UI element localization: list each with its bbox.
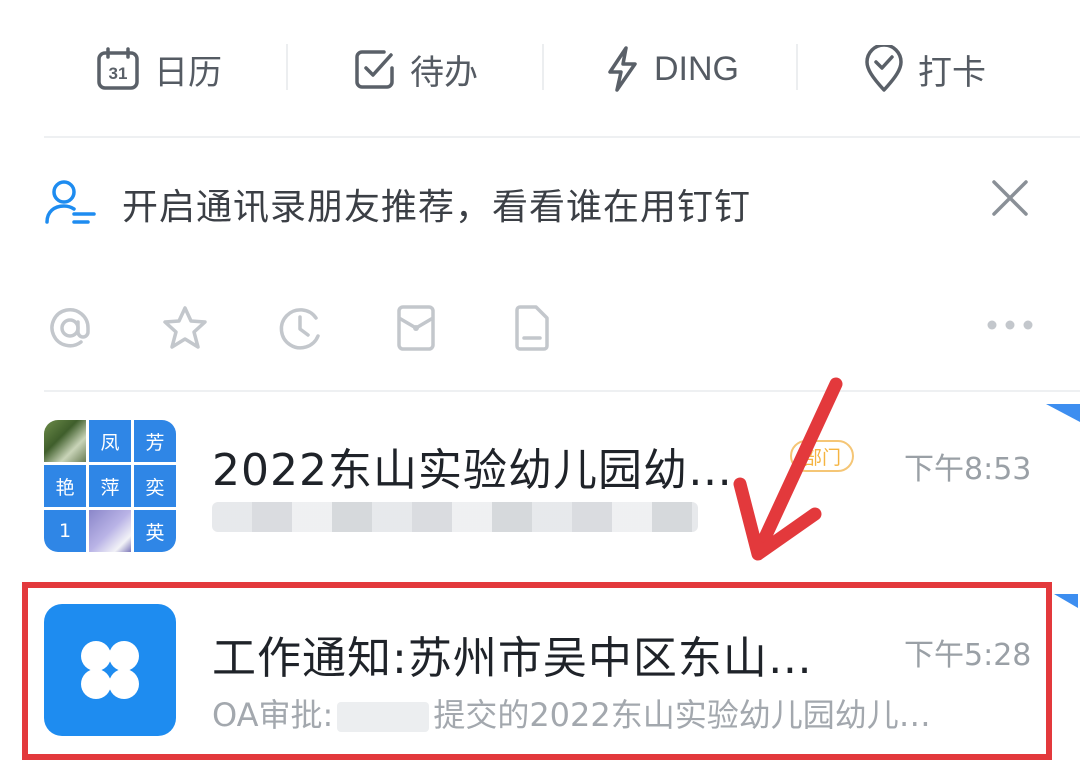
avatar-cell: 凤 — [89, 420, 131, 462]
red-arrow-icon — [720, 374, 860, 578]
blurred-preview — [212, 502, 698, 532]
star-icon[interactable] — [160, 304, 210, 356]
contact-recommend-banner[interactable]: 开启通讯录朋友推荐，看看谁在用钉钉 — [0, 160, 1080, 244]
divider — [44, 136, 1080, 138]
filter-bar — [0, 296, 1080, 366]
separator — [542, 44, 544, 90]
location-check-icon — [864, 45, 904, 93]
pinned-corner-marker — [1054, 594, 1078, 608]
quick-ding[interactable]: DING — [604, 40, 739, 98]
banner-text: 开启通讯录朋友推荐，看看谁在用钉钉 — [122, 187, 752, 228]
avatar-cell — [44, 420, 86, 462]
contacts-person-icon — [44, 178, 98, 230]
todo-check-icon — [354, 48, 396, 90]
calendar-icon: 31 — [96, 47, 140, 91]
quick-checkin-label: 打卡 — [918, 52, 986, 93]
avatar-cell: 艳 — [44, 465, 86, 507]
quick-action-bar: 31 日历 待办 DING 打卡 — [0, 0, 1080, 138]
more-icon[interactable] — [986, 316, 1034, 335]
at-mention-icon[interactable] — [46, 304, 94, 356]
avatar-cell: 英 — [134, 510, 176, 552]
highlight-box — [22, 582, 1052, 760]
quick-ding-label: DING — [654, 49, 739, 88]
document-icon[interactable] — [512, 304, 552, 356]
quick-todo[interactable]: 待办 — [354, 40, 478, 98]
divider — [44, 390, 1080, 392]
quick-todo-label: 待办 — [410, 52, 478, 93]
chat-title: 2022东山实验幼儿园幼… — [212, 445, 733, 496]
separator — [286, 44, 288, 90]
avatar-cell: 萍 — [89, 465, 131, 507]
pinned-corner-marker — [1046, 404, 1080, 422]
avatar-cell: 奕 — [134, 465, 176, 507]
avatar-cell: 1 — [44, 510, 86, 552]
clock-icon[interactable] — [276, 304, 324, 356]
quick-calendar[interactable]: 31 日历 — [96, 40, 222, 98]
red-packet-icon[interactable] — [396, 304, 436, 356]
group-avatar: 凤 芳 艳 萍 奕 1 英 — [44, 420, 176, 552]
quick-calendar-label: 日历 — [154, 52, 222, 93]
avatar-cell — [89, 510, 131, 552]
svg-text:31: 31 — [109, 64, 128, 83]
close-icon[interactable] — [990, 178, 1030, 222]
avatar-cell: 芳 — [134, 420, 176, 462]
separator — [796, 44, 798, 90]
quick-checkin[interactable]: 打卡 — [864, 40, 986, 98]
chat-time: 下午8:53 — [904, 452, 1032, 487]
lightning-icon — [604, 45, 640, 93]
